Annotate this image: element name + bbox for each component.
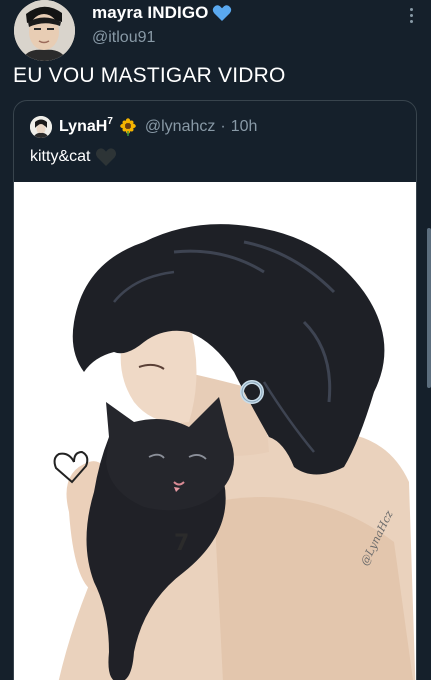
quoted-tweet[interactable]: LynaH7 @lynahcz · 10h kitty&cat 7 @LynaH…: [13, 100, 417, 680]
quoted-handle[interactable]: @lynahcz: [145, 118, 216, 136]
quoted-text-content: kitty&cat: [30, 148, 91, 165]
tweet-header: mayra INDIGO @itlou91: [12, 0, 419, 62]
author-handle[interactable]: @itlou91: [92, 29, 232, 47]
quoted-display-name[interactable]: LynaH7: [59, 116, 113, 136]
author-display-name[interactable]: mayra INDIGO: [92, 3, 208, 23]
author-avatar[interactable]: [14, 0, 75, 61]
more-vertical-icon[interactable]: [403, 4, 419, 26]
quoted-tweet-text: kitty&cat: [30, 147, 117, 167]
illustration-image: 7: [14, 182, 416, 680]
name-superscript: 7: [107, 116, 113, 127]
black-heart-icon: [95, 147, 117, 167]
quoted-timestamp[interactable]: 10h: [231, 118, 258, 136]
blue-heart-icon: [212, 4, 232, 22]
author-info: mayra INDIGO @itlou91: [92, 2, 232, 47]
tweet-text: EU VOU MASTIGAR VIDRO: [13, 64, 286, 87]
separator-dot: ·: [220, 118, 226, 135]
scrollbar[interactable]: [427, 228, 431, 388]
drawn-seven-mark: 7: [174, 531, 189, 556]
quoted-tweet-header: LynaH7 @lynahcz · 10h: [30, 115, 257, 139]
tweet-card[interactable]: mayra INDIGO @itlou91 EU VOU MASTIGAR VI…: [0, 0, 431, 680]
avatar-photo: [14, 0, 75, 61]
sunflower-icon: [119, 118, 137, 136]
quoted-author-avatar: [30, 116, 52, 138]
quoted-media-image[interactable]: 7 @LynaHcz: [14, 182, 416, 680]
